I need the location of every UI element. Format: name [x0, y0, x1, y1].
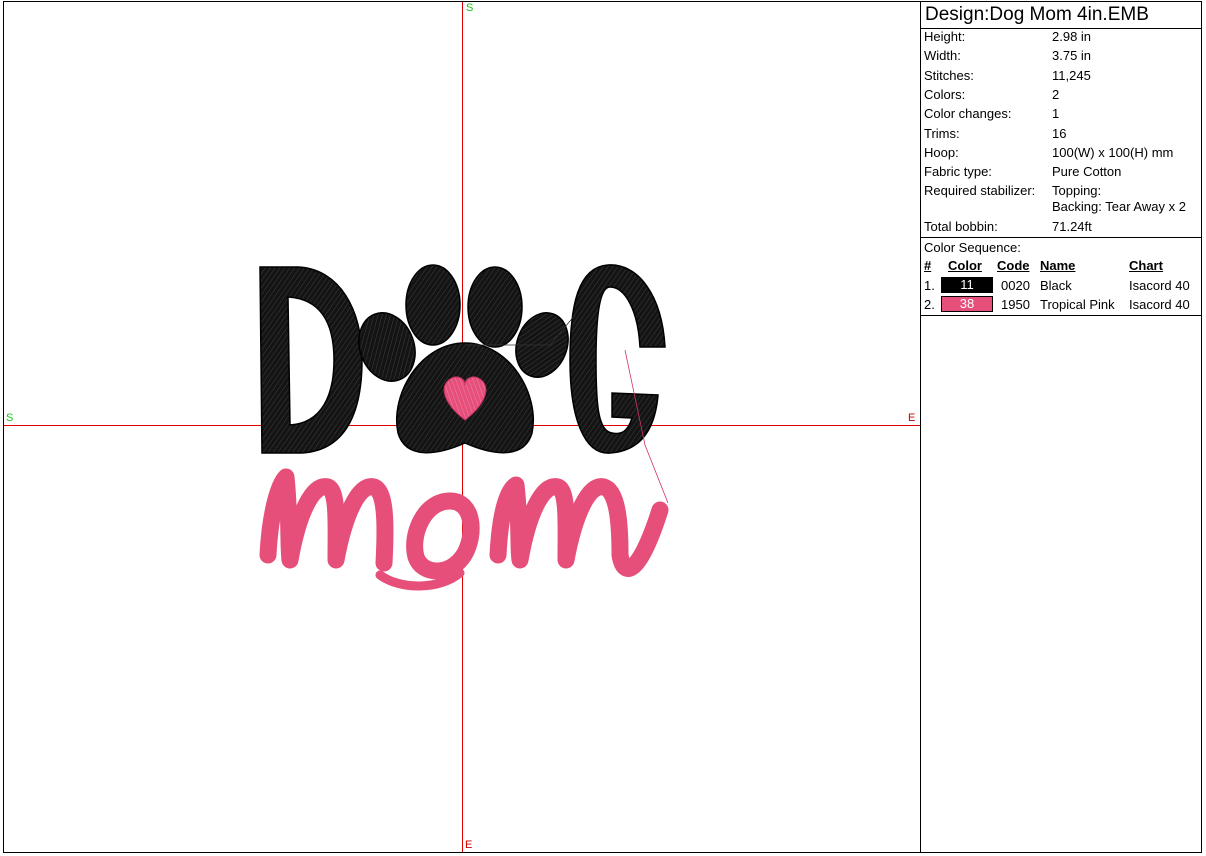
column-header-name: Name: [1040, 258, 1076, 273]
thread-code: 1950: [1001, 297, 1030, 312]
spec-label: Total bobbin:: [924, 219, 998, 234]
thread-chart: Isacord 40: [1129, 278, 1190, 293]
letter-g-stitches: [569, 264, 666, 454]
spec-label: Stitches:: [924, 68, 974, 83]
specs-divider: [921, 237, 1202, 238]
sequence-divider: [921, 315, 1202, 316]
column-header-chart: Chart: [1129, 258, 1163, 273]
column-header-number: #: [924, 258, 932, 273]
spec-label: Hoop:: [924, 145, 959, 160]
design-info-panel: Design:Dog Mom 4in.EMB Height: 2.98 in W…: [921, 2, 1202, 852]
color-swatch: 38: [941, 296, 993, 312]
column-header-code: Code: [997, 258, 1030, 273]
spec-label: Color changes:: [924, 106, 1012, 121]
spec-value: 16: [1052, 126, 1067, 141]
spec-value: 100(W) x 100(H) mm: [1052, 145, 1174, 160]
spec-label: Width:: [924, 48, 961, 63]
spec-value: 11,245: [1052, 68, 1091, 83]
color-swatch: 11: [941, 277, 993, 293]
column-header-color: Color: [948, 258, 982, 273]
spec-value: Backing: Tear Away x 2: [1052, 199, 1186, 214]
axis-label-bottom: E: [465, 839, 473, 851]
spec-label: Trims:: [924, 126, 960, 141]
axis-label-left: S: [6, 412, 14, 424]
mom-script-stitches: [259, 468, 669, 591]
axis-label-top: S: [466, 2, 474, 14]
design-title: Design:Dog Mom 4in.EMB: [925, 4, 1149, 25]
spec-value: 71.24ft: [1052, 219, 1092, 234]
letter-d-stitches: [259, 266, 363, 454]
thread-code: 0020: [1001, 278, 1030, 293]
spec-label: Colors:: [924, 87, 966, 102]
thread-chart: Isacord 40: [1129, 297, 1190, 312]
color-sequence-title: Color Sequence:: [924, 240, 1021, 255]
spec-value: 2.98 in: [1052, 29, 1092, 44]
sequence-number: 2.: [924, 297, 935, 312]
spec-label: Height:: [924, 29, 966, 44]
spec-value: 1: [1052, 106, 1060, 121]
sequence-number: 1.: [924, 278, 935, 293]
color-sequence-row: 1. 11 0020 Black Isacord 40: [921, 276, 1202, 295]
spec-label: Required stabilizer:: [924, 183, 1036, 198]
color-sequence-row: 2. 38 1950 Tropical Pink Isacord 40: [921, 295, 1202, 314]
thread-name: Tropical Pink: [1040, 297, 1115, 312]
spec-value: 3.75 in: [1052, 48, 1092, 63]
embroidery-design-preview: [259, 264, 669, 591]
paw-print-stitches: [358, 264, 569, 454]
spec-label: Fabric type:: [924, 164, 992, 179]
spec-value: Pure Cotton: [1052, 164, 1122, 179]
spec-value: 2: [1052, 87, 1060, 102]
axis-label-right: E: [908, 412, 916, 424]
thread-name: Black: [1040, 278, 1072, 293]
